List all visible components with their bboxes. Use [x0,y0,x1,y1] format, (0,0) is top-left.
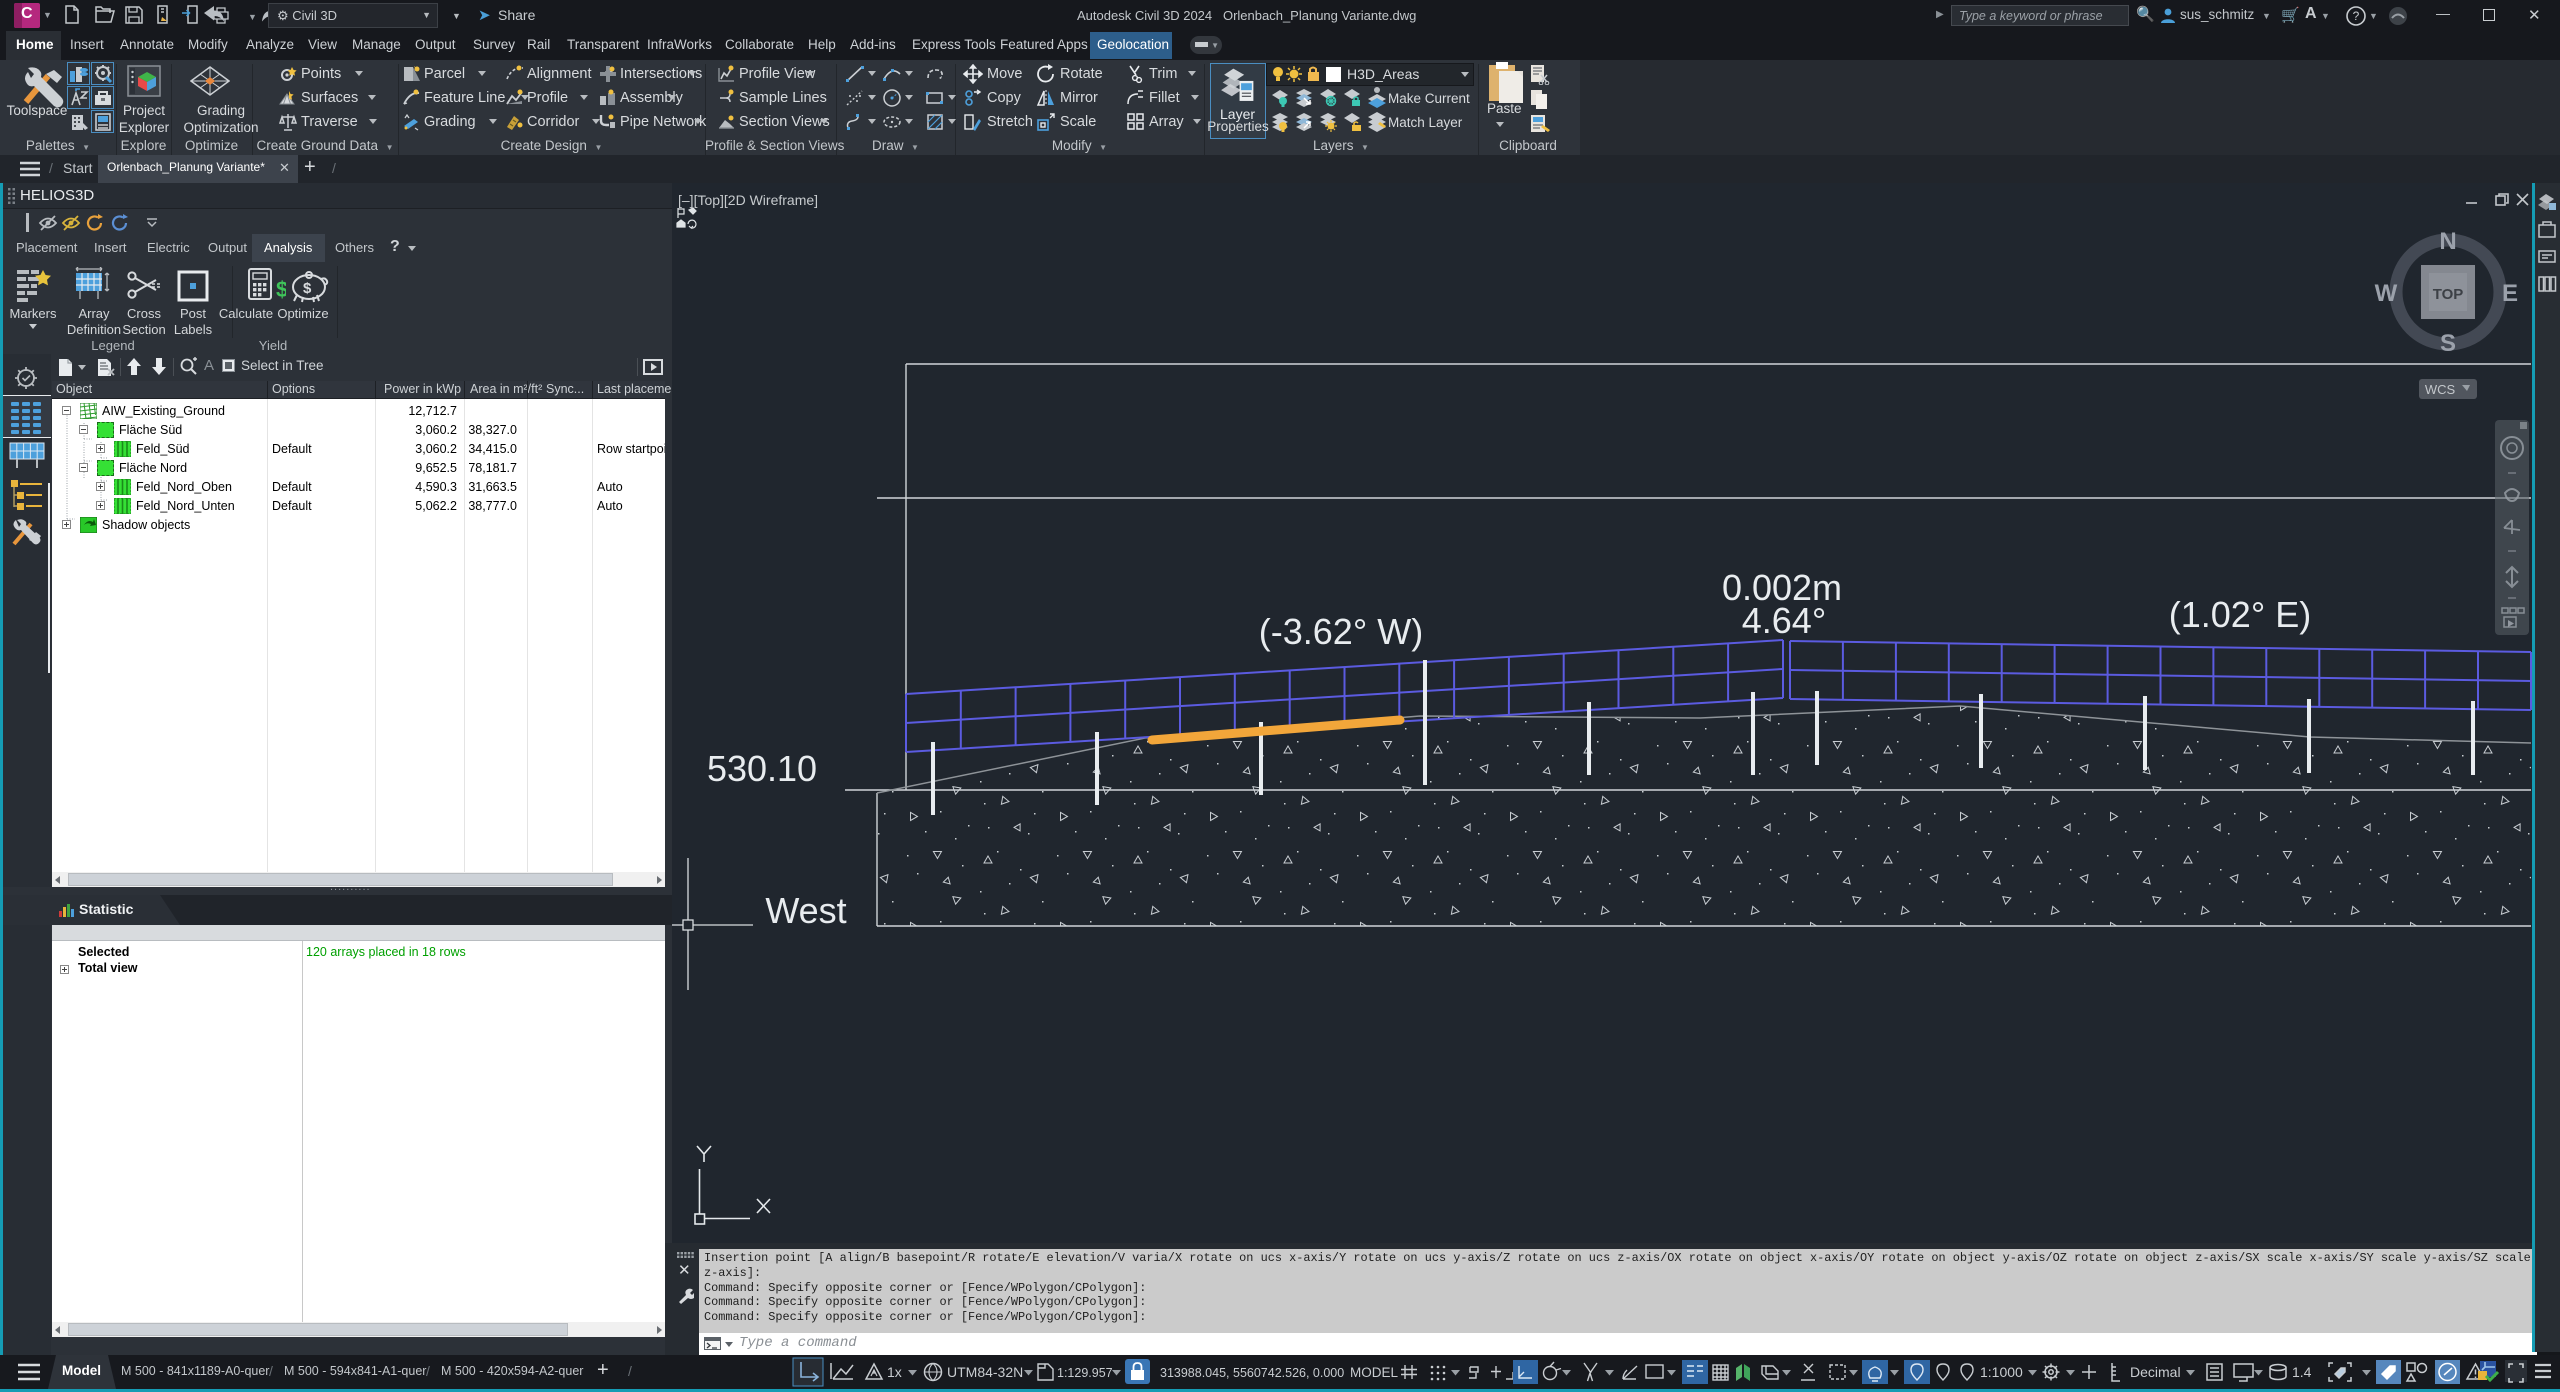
svg-text:1.4: 1.4 [2292,1364,2312,1380]
svg-text:W: W [2375,280,2398,307]
svg-text:S: S [2440,330,2456,357]
svg-text:WCS: WCS [2425,382,2456,397]
svg-text:$: $ [303,280,312,297]
svg-text:Decimal: Decimal [2130,1364,2181,1380]
svg-text:$: $ [276,277,286,302]
svg-text:1:129.957: 1:129.957 [1057,1366,1113,1380]
svg-text:1x: 1x [887,1364,902,1380]
svg-text:E: E [2502,280,2518,307]
svg-text:4.64°: 4.64° [1742,600,1826,641]
svg-text:530.10: 530.10 [707,748,817,789]
svg-text:West: West [765,890,846,931]
svg-text:TOP: TOP [2433,286,2464,303]
svg-text:(1.02° E): (1.02° E) [2169,594,2311,635]
svg-text:MODEL: MODEL [1350,1365,1399,1380]
svg-text:N: N [2439,228,2456,255]
svg-text:1:1000: 1:1000 [1980,1364,2023,1380]
svg-text:(-3.62° W): (-3.62° W) [1259,611,1423,652]
svg-text:?: ? [2353,9,2360,23]
svg-text:UTM84-32N: UTM84-32N [947,1364,1023,1380]
svg-text:313988.045, 5560742.526, 0.000: 313988.045, 5560742.526, 0.000 [1160,1366,1344,1380]
